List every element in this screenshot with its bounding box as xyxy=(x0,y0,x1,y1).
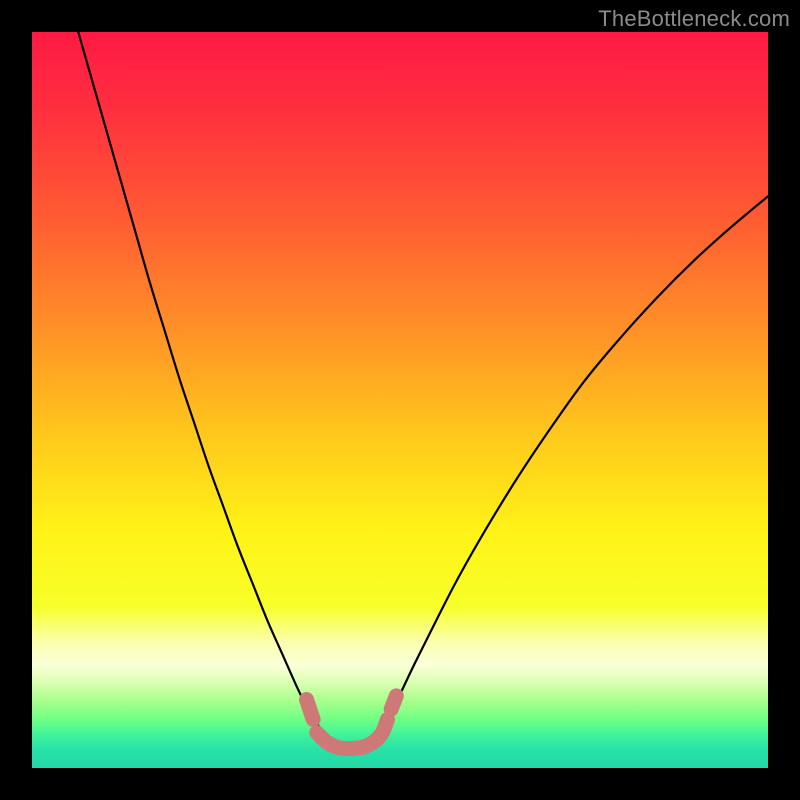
marker-segment xyxy=(317,719,388,748)
watermark-text: TheBottleneck.com xyxy=(598,6,790,32)
outer-frame: TheBottleneck.com xyxy=(0,0,800,800)
marker-segment xyxy=(391,696,396,709)
chart-svg xyxy=(32,32,768,768)
bottom-j-marker xyxy=(307,696,397,749)
plot-area xyxy=(32,32,768,768)
marker-segment xyxy=(307,700,314,720)
curve-right xyxy=(341,190,768,749)
curve-left xyxy=(76,32,341,749)
